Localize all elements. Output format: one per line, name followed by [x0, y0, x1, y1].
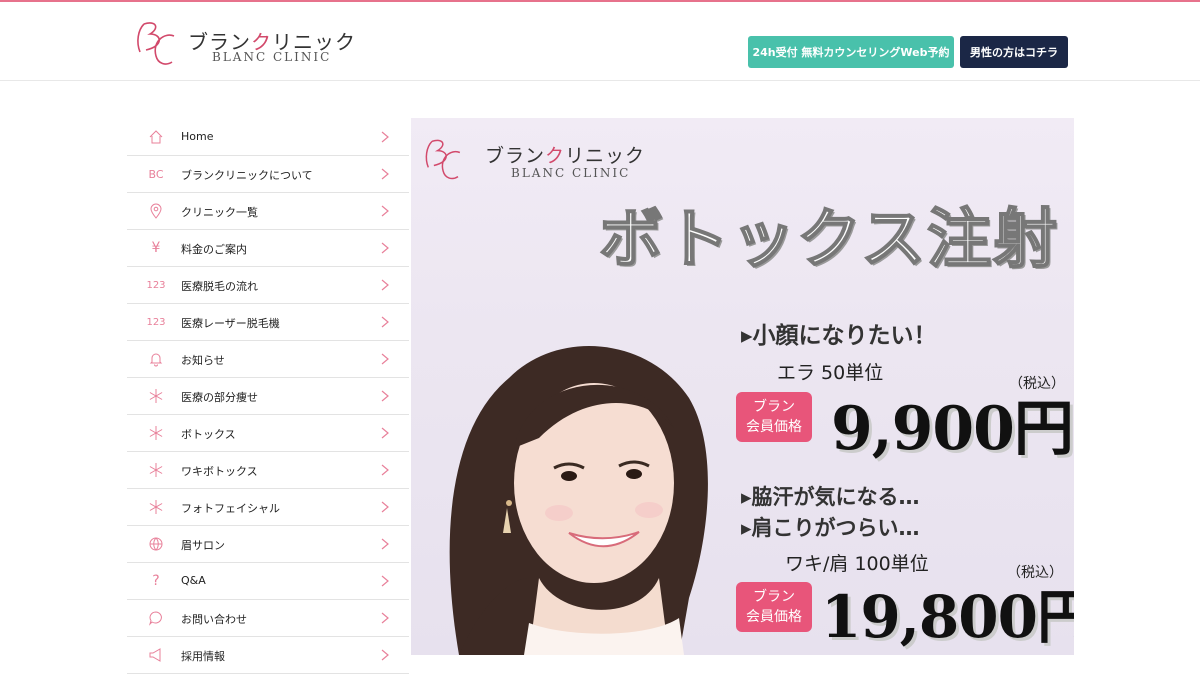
- offer2-question2: ▸肩こりがつらい…: [741, 516, 920, 540]
- chevron-right-icon: [381, 538, 389, 550]
- mens-site-button[interactable]: 男性の方はコチラ: [960, 36, 1068, 68]
- offer2-question1: ▸脇汗が気になる…: [741, 485, 920, 509]
- sidebar-item-label: 医療脱毛の流れ: [181, 280, 258, 293]
- sidebar-item-label: 医療の部分痩せ: [181, 391, 258, 404]
- logo-english: BLANC CLINIC: [212, 50, 332, 64]
- chevron-right-icon: [381, 353, 389, 365]
- chevron-right-icon: [381, 242, 389, 254]
- chevron-right-icon: [381, 316, 389, 328]
- sidebar-item-label: ボトックス: [181, 428, 236, 441]
- sidebar-item-label: 採用情報: [181, 650, 225, 663]
- map-pin-icon: [147, 202, 165, 220]
- sidebar-nav: Home BC ブランクリニックについて クリニック一覧 ¥ 料金のご案内 12…: [127, 119, 409, 674]
- numbers-icon: 123: [146, 316, 166, 328]
- sidebar-item-recruit[interactable]: 採用情報: [127, 637, 409, 674]
- sidebar-item-label: お知らせ: [181, 354, 225, 367]
- badge-line1: ブラン: [753, 589, 795, 605]
- megaphone-icon: [147, 646, 165, 664]
- botox-promo-banner[interactable]: ブランクリニック BLANC CLINIC ボトックス注射 ▸小顔になりたい！ …: [411, 118, 1074, 655]
- sidebar-item-photofacial[interactable]: フォトフェイシャル: [127, 489, 409, 526]
- badge-line1: ブラン: [753, 399, 795, 415]
- chevron-right-icon: [381, 501, 389, 513]
- sidebar-item-partial-slimming[interactable]: 医療の部分痩せ: [127, 378, 409, 415]
- sidebar-item-contact[interactable]: お問い合わせ: [127, 600, 409, 637]
- web-reservation-button[interactable]: 24h受付 無料カウンセリングWeb予約: [748, 36, 954, 68]
- sidebar-item-hair-removal-flow[interactable]: 123 医療脱毛の流れ: [127, 267, 409, 304]
- sidebar-item-pricing[interactable]: ¥ 料金のご案内: [127, 230, 409, 267]
- chevron-right-icon: [381, 612, 389, 624]
- sidebar-item-label: 料金のご案内: [181, 243, 247, 256]
- chevron-right-icon: [381, 205, 389, 217]
- home-icon: [147, 128, 165, 146]
- sidebar-item-label: Home: [181, 130, 214, 143]
- badge-line2: 会員価格: [746, 609, 802, 625]
- model-woman-image: [449, 345, 708, 655]
- offer1-question: ▸小顔になりたい！: [741, 323, 937, 349]
- sidebar-item-label: ワキボトックス: [181, 465, 258, 478]
- globe-icon: [147, 535, 165, 553]
- banner-logo-japanese: ブランクリニック: [485, 145, 646, 167]
- sidebar-item-label: 医療レーザー脱毛機: [181, 317, 280, 330]
- offer2-member-price-badge: ブラン 会員価格: [736, 582, 812, 632]
- snowflake-icon: [147, 424, 165, 442]
- chevron-right-icon: [381, 390, 389, 402]
- sidebar-item-label: 眉サロン: [181, 539, 225, 552]
- offer2-price: 19,800円: [821, 583, 1074, 651]
- offer1-member-price-badge: ブラン 会員価格: [736, 392, 812, 442]
- sidebar-item-news[interactable]: お知らせ: [127, 341, 409, 378]
- sidebar-item-label: お問い合わせ: [181, 613, 247, 626]
- chevron-right-icon: [381, 131, 389, 143]
- numbers-icon: 123: [146, 279, 166, 291]
- chevron-right-icon: [381, 464, 389, 476]
- snowflake-icon: [147, 387, 165, 405]
- chevron-right-icon: [381, 649, 389, 661]
- bell-icon: [147, 350, 165, 368]
- chevron-right-icon: [381, 575, 389, 587]
- sidebar-item-botox[interactable]: ボトックス: [127, 415, 409, 452]
- chevron-right-icon: [381, 427, 389, 439]
- sidebar-item-clinics[interactable]: クリニック一覧: [127, 193, 409, 230]
- sidebar-item-about[interactable]: BC ブランクリニックについて: [127, 156, 409, 193]
- offer1-price: 9,900円: [831, 394, 1074, 464]
- bc-icon: BC: [148, 167, 164, 181]
- sidebar-item-faq[interactable]: ? Q&A: [127, 563, 409, 600]
- site-logo[interactable]: ブランクリニック BLANC CLINIC: [130, 16, 360, 70]
- banner-logo: ブランクリニック BLANC CLINIC: [419, 132, 659, 188]
- sidebar-item-label: フォトフェイシャル: [181, 502, 280, 515]
- chevron-right-icon: [381, 168, 389, 180]
- sidebar-item-label: Q&A: [181, 574, 206, 587]
- sidebar-item-label: クリニック一覧: [181, 206, 258, 219]
- banner-title: ボトックス注射: [598, 202, 1060, 278]
- banner-logo-english: BLANC CLINIC: [511, 166, 631, 180]
- question-icon: ?: [152, 573, 160, 589]
- sidebar-item-eyebrow-salon[interactable]: 眉サロン: [127, 526, 409, 563]
- site-header: ブランクリニック BLANC CLINIC 24h受付 無料カウンセリングWeb…: [0, 2, 1200, 81]
- yen-icon: ¥: [151, 240, 161, 256]
- sidebar-item-underarm-botox[interactable]: ワキボトックス: [127, 452, 409, 489]
- chat-icon: [147, 609, 165, 627]
- sidebar-item-home[interactable]: Home: [127, 119, 409, 156]
- sidebar-item-label: ブランクリニックについて: [181, 169, 313, 182]
- bc-monogram-icon: [137, 22, 175, 65]
- badge-line2: 会員価格: [746, 419, 802, 435]
- bc-monogram-icon: [425, 139, 461, 180]
- chevron-right-icon: [381, 279, 389, 291]
- snowflake-icon: [147, 498, 165, 516]
- sidebar-item-laser-machines[interactable]: 123 医療レーザー脱毛機: [127, 304, 409, 341]
- snowflake-icon: [147, 461, 165, 479]
